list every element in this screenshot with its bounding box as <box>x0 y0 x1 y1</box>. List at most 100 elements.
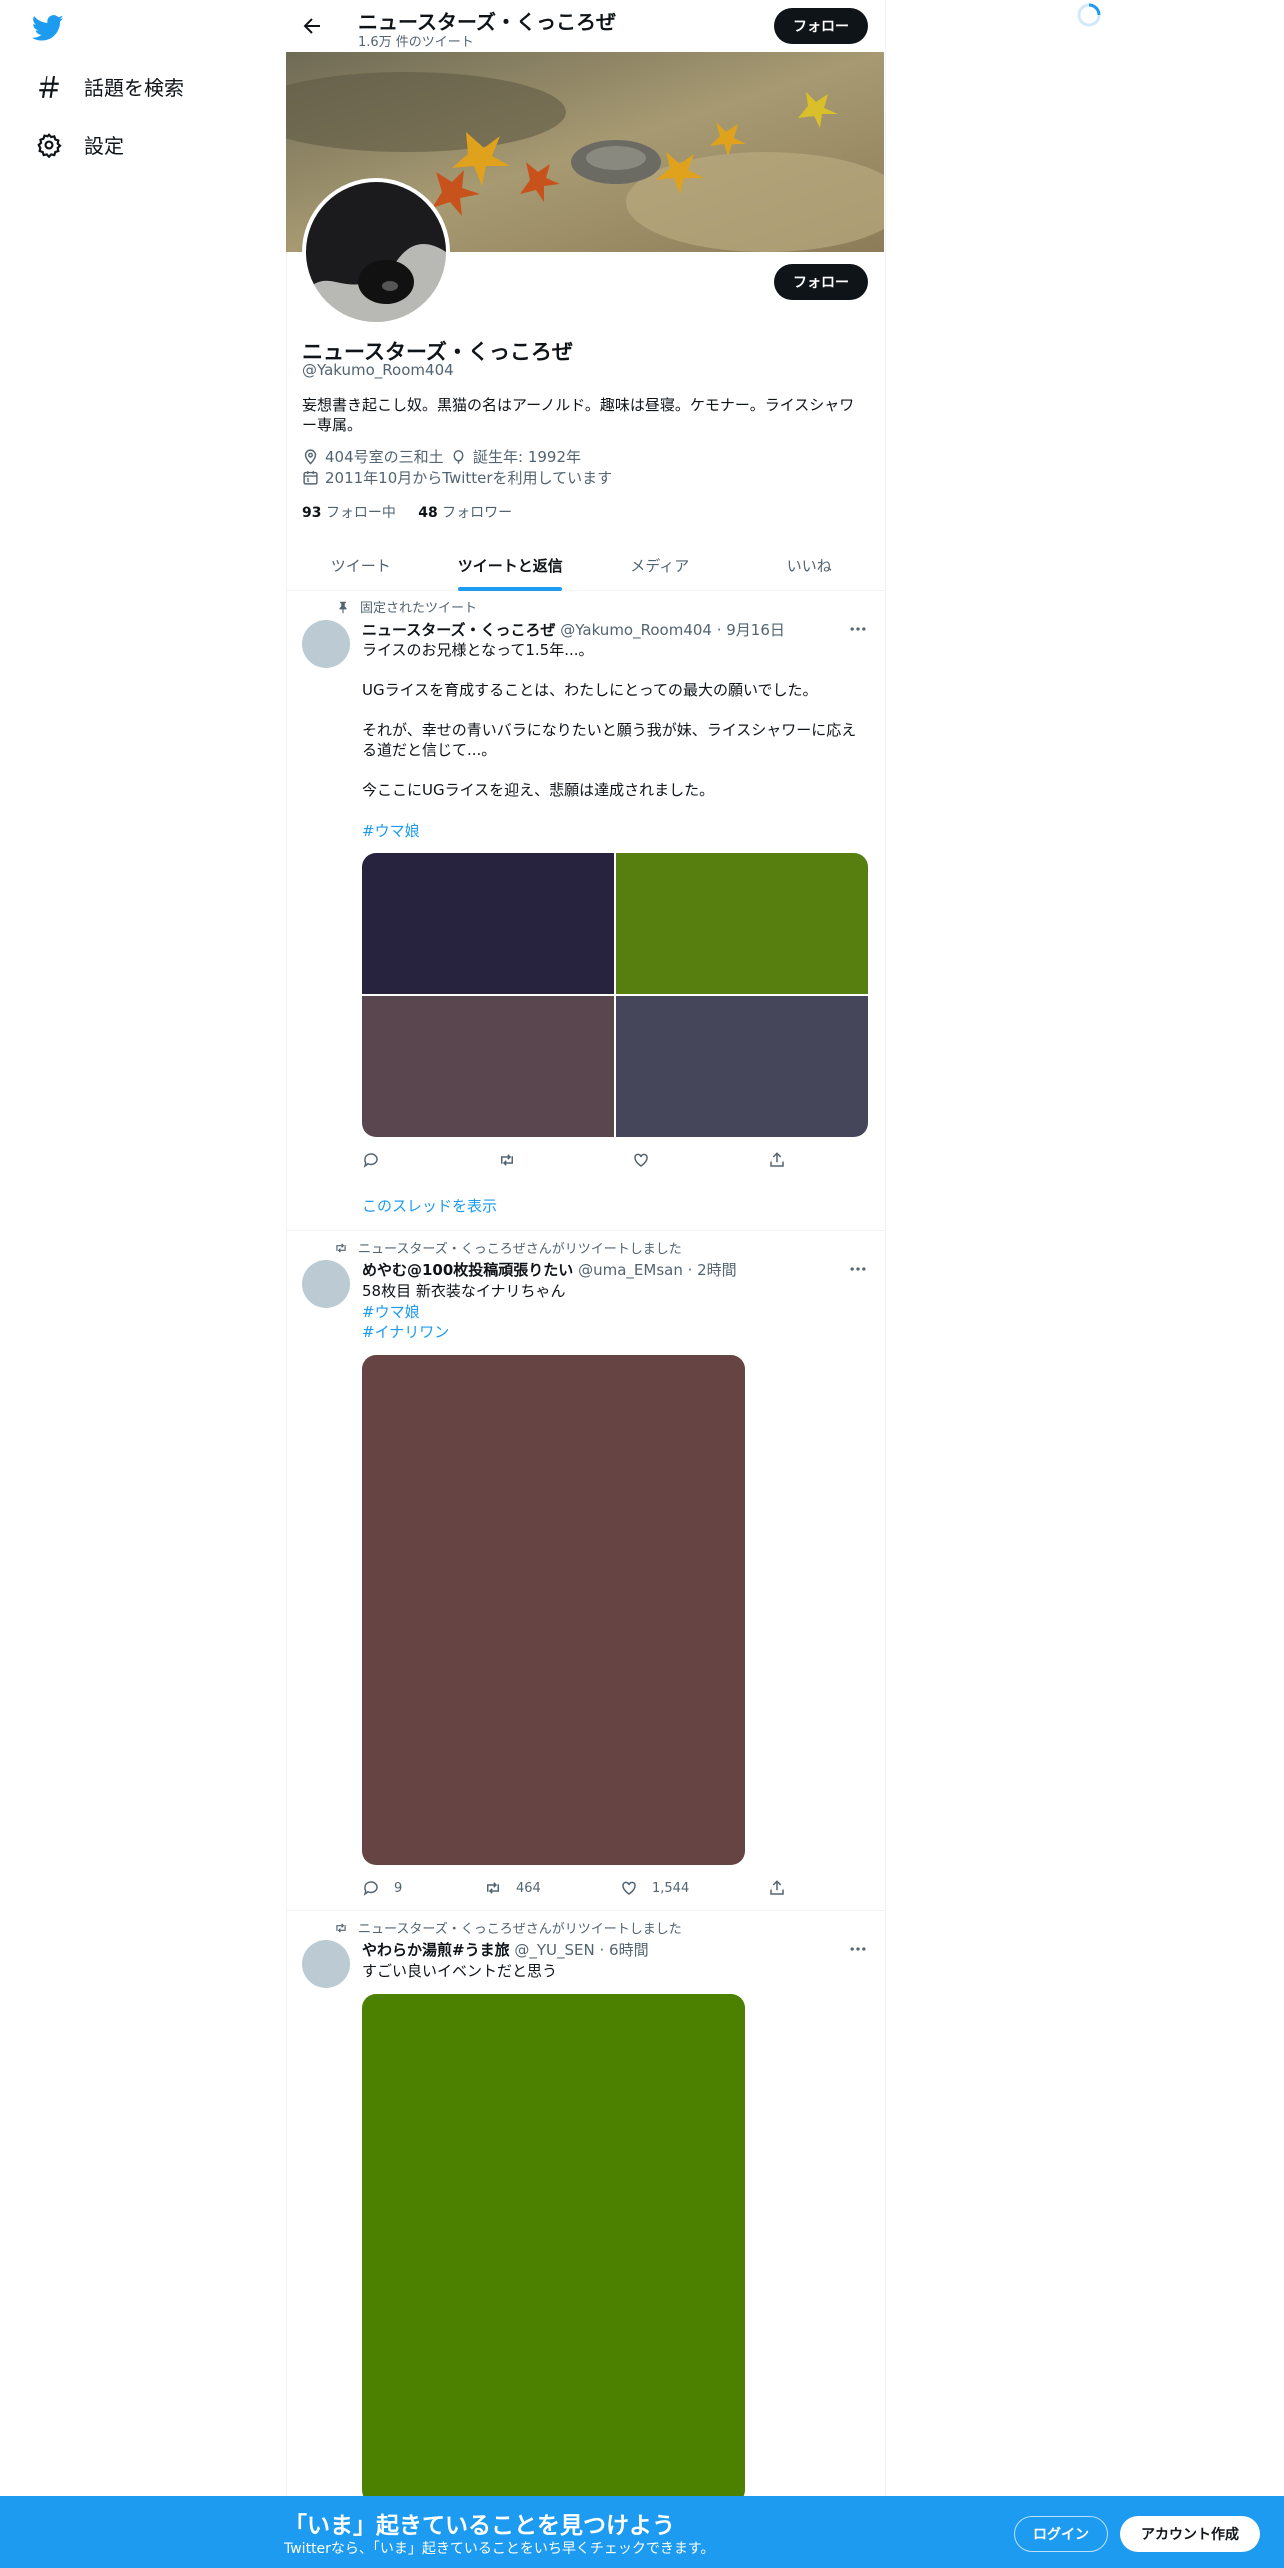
location-pin-icon <box>304 449 317 465</box>
signup-prompt-title: 「いま」起きていることを見つけよう <box>284 2513 675 2539</box>
retweet-icon <box>487 1882 499 1894</box>
following-link[interactable]: 93 フォロー中 <box>302 505 396 521</box>
reply-icon <box>363 1881 378 1896</box>
twitter-logo-icon[interactable] <box>32 12 64 44</box>
retweet-button[interactable] <box>498 1151 516 1169</box>
header-tweet-count: 1.6万 件のツイート <box>358 35 474 50</box>
hashtag-link[interactable]: #ウマ娘 <box>362 1301 420 1322</box>
tab-media[interactable]: メディア <box>585 540 735 590</box>
loading-spinner-icon <box>1077 3 1101 27</box>
tweet-text-line: ライスのお兄様となって1.5年...。 <box>362 641 594 659</box>
tweet-author-meta: @Yakumo_Room404 · 9月16日 <box>560 621 785 639</box>
hashtag-link[interactable]: #ウマ娘 <box>362 820 420 841</box>
retweet-context-label: ニュースターズ・くっころぜさんがリツイートしました <box>358 1242 682 1257</box>
following-label: フォロー中 <box>325 505 396 521</box>
reply-button[interactable] <box>362 1151 380 1169</box>
more-options-icon[interactable] <box>848 619 868 639</box>
hashtag-link[interactable]: #イナリワン <box>362 1321 449 1342</box>
followers-label: フォロワー <box>442 505 513 521</box>
hashtag-icon <box>39 75 59 98</box>
retweet-context: ニュースターズ・くっころぜさんがリツイートしました <box>334 1238 682 1257</box>
signup-button[interactable]: アカウント作成 <box>1120 2516 1260 2552</box>
nav-settings[interactable]: 設定 <box>36 130 124 159</box>
followers-count: 48 <box>418 505 438 521</box>
profile-birth-text: 誕生年: 1992年 <box>473 448 581 466</box>
like-count: 1,544 <box>652 1880 690 1896</box>
tweet-author-meta: @uma_EMsan · 2時間 <box>578 1261 737 1279</box>
tweet-text-line: 58枚目 新衣装なイナリちゃん <box>362 1282 566 1300</box>
tweet-avatar[interactable] <box>302 1260 350 1308</box>
profile-follow-stats: 93 フォロー中 48 フォロワー <box>302 502 512 522</box>
tweet-media-image[interactable] <box>362 1994 745 2504</box>
share-icon <box>770 1880 784 1895</box>
tweet-author-name[interactable]: ニュースターズ・くっころぜ <box>362 621 556 639</box>
like-button[interactable]: 1,544 <box>620 1879 689 1897</box>
back-arrow-icon[interactable] <box>300 14 324 38</box>
share-button[interactable] <box>768 1879 786 1897</box>
profile-birth: 誕生年: 1992年 <box>450 446 581 467</box>
gear-icon <box>37 132 62 158</box>
tweet-media-grid <box>362 853 868 1137</box>
heart-icon <box>634 1153 648 1167</box>
profile-tabs: ツイート ツイートと返信 メディア いいね <box>286 540 884 591</box>
more-options-icon[interactable] <box>848 1939 868 1959</box>
media-image-4[interactable] <box>616 996 868 1137</box>
signup-prompt-subtitle: Twitterなら、「いま」起きていることをいち早くチェックできます。 <box>284 2541 715 2557</box>
tab-likes[interactable]: いいね <box>735 540 885 590</box>
profile-joined: 2011年10月からTwitterを利用しています <box>302 467 612 488</box>
profile-location-text: 404号室の三和土 <box>325 448 444 466</box>
more-options-icon[interactable] <box>848 1259 868 1279</box>
profile-location: 404号室の三和土 <box>302 446 444 467</box>
like-button[interactable] <box>632 1151 650 1169</box>
profile-joined-text: 2011年10月からTwitterを利用しています <box>325 469 613 487</box>
tweet-author-name[interactable]: やわらか湯煎#うま旅 <box>362 1941 510 1959</box>
tweet-text-line: すごい良いイベントだと思う <box>362 1962 558 1980</box>
nav-settings-label: 設定 <box>84 134 124 158</box>
share-button[interactable] <box>768 1151 786 1169</box>
reply-icon <box>363 1153 378 1168</box>
retweet-icon <box>336 1923 346 1932</box>
pin-icon <box>339 601 347 613</box>
tweet-avatar[interactable] <box>302 1940 350 1988</box>
profile-bio: 妄想書き起こし奴。黒猫の名はアーノルド。趣味は昼寝。ケモナー。ライスシャワー専属… <box>302 396 855 434</box>
black-cat-avatar-image <box>306 182 446 322</box>
pinned-tweet-context: 固定されたツイート <box>336 597 477 616</box>
tweet-text-line: UGライスを育成することは、わたしにとっての最大の願いでした。 <box>362 681 818 699</box>
profile-follow-button[interactable]: フォロー <box>774 264 868 300</box>
tab-tweets[interactable]: ツイート <box>286 540 436 590</box>
show-thread-link[interactable]: このスレッドを表示 <box>362 1195 497 1216</box>
profile-handle: @Yakumo_Room404 <box>302 361 454 379</box>
following-count: 93 <box>302 505 322 521</box>
balloon-icon <box>453 450 464 464</box>
tweet-media-image[interactable] <box>362 1355 745 1865</box>
tweet-author-name[interactable]: めやむ@100枚投稿頑張りたい <box>362 1261 573 1279</box>
media-image-1[interactable] <box>362 853 614 994</box>
media-image-3[interactable] <box>362 996 614 1137</box>
tweet-avatar[interactable] <box>302 620 350 668</box>
retweet-icon <box>336 1243 346 1252</box>
profile-avatar[interactable] <box>302 178 450 326</box>
tweet-header: やわらか湯煎#うま旅 @_YU_SEN · 6時間 <box>362 1939 649 1960</box>
nav-explore[interactable]: 話題を検索 <box>36 72 184 101</box>
retweet-context-label: ニュースターズ・くっころぜさんがリツイートしました <box>358 1922 682 1937</box>
media-image-2[interactable] <box>616 853 868 994</box>
tweet-divider <box>286 1910 884 1911</box>
tweet-text-line: それが、幸せの青いバラになりたいと願う我が妹、ライスシャワーに応える道だと信じて… <box>362 721 857 759</box>
followers-link[interactable]: 48 フォロワー <box>418 505 512 521</box>
tweet-text-line: 今ここにUGライスを迎え、悲願は達成されました。 <box>362 781 715 799</box>
retweet-button[interactable]: 464 <box>484 1879 541 1897</box>
header-follow-button[interactable]: フォロー <box>774 8 868 44</box>
reply-count: 9 <box>394 1880 403 1896</box>
retweet-context: ニュースターズ・くっころぜさんがリツイートしました <box>334 1918 682 1937</box>
tweet-author-meta: @_YU_SEN · 6時間 <box>514 1941 649 1959</box>
tweet-divider <box>286 1230 884 1231</box>
login-button[interactable]: ログイン <box>1014 2516 1108 2552</box>
heart-icon <box>622 1881 636 1895</box>
calendar-icon <box>303 471 318 485</box>
tweet-header: ニュースターズ・くっころぜ @Yakumo_Room404 · 9月16日 <box>362 619 785 640</box>
nav-explore-label: 話題を検索 <box>84 76 184 100</box>
retweet-count: 464 <box>516 1880 541 1896</box>
reply-button[interactable]: 9 <box>362 1879 402 1897</box>
retweet-icon <box>501 1154 513 1166</box>
tab-tweets-and-replies[interactable]: ツイートと返信 <box>436 540 586 590</box>
